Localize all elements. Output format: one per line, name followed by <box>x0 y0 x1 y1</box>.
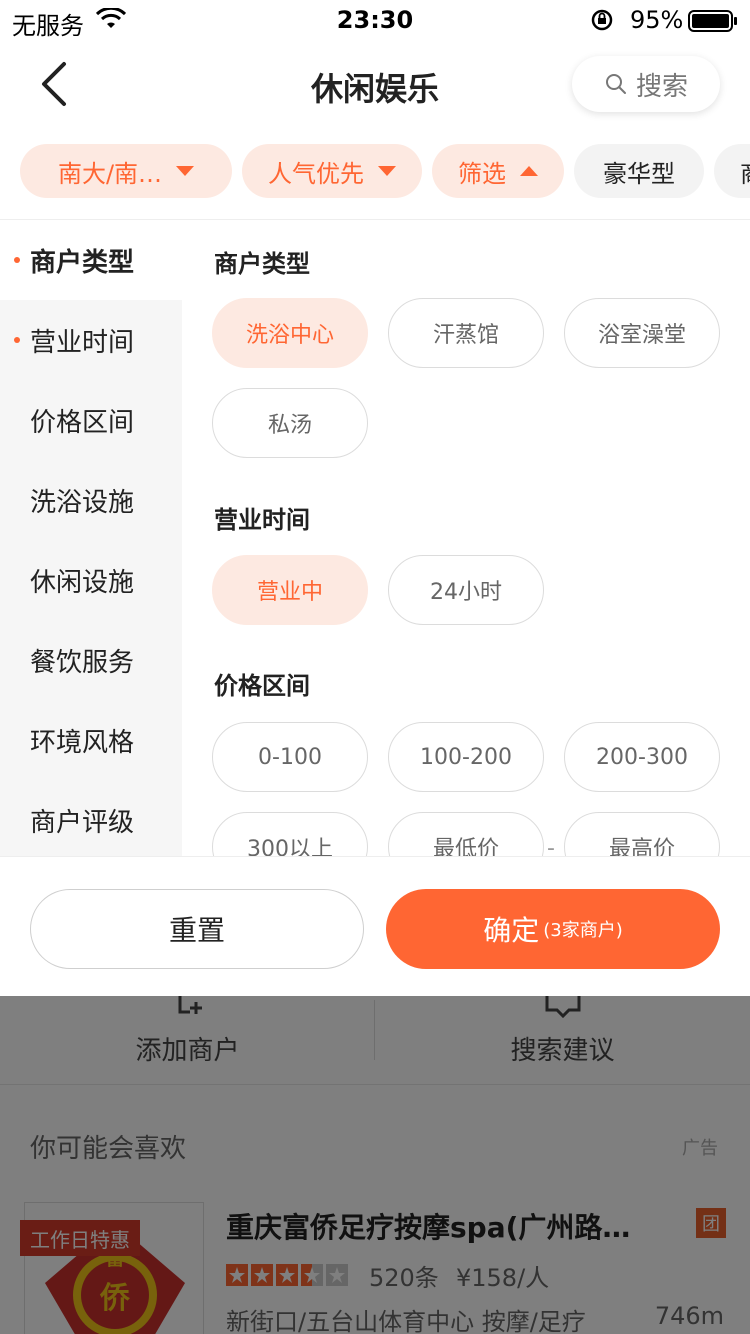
side-item-hours[interactable]: 营业时间 <box>0 300 182 380</box>
side-item-merchant-type[interactable]: 商户类型 <box>0 220 182 300</box>
side-item-environment[interactable]: 环境风格 <box>0 700 182 780</box>
side-item-rating[interactable]: 商户评级 <box>0 780 182 856</box>
section-title-hours: 营业时间 <box>214 506 310 534</box>
chip-filter[interactable]: 筛选 <box>432 144 564 198</box>
chip-sort[interactable]: 人气优先 <box>242 144 422 198</box>
max-price-input[interactable]: 最高价 <box>564 812 720 856</box>
caret-down-icon <box>378 166 396 176</box>
side-item-label: 营业时间 <box>30 327 135 358</box>
nav-bar: 休闲娱乐 搜索 <box>0 40 750 130</box>
side-item-label: 价格区间 <box>30 407 135 438</box>
option-price-0-100[interactable]: 0-100 <box>212 722 368 792</box>
chip-label: 人气优先 <box>268 159 364 188</box>
side-item-leisure-facilities[interactable]: 休闲设施 <box>0 540 182 620</box>
side-item-label: 休闲设施 <box>30 567 135 598</box>
caret-up-icon <box>520 166 538 176</box>
search-button[interactable]: 搜索 <box>572 56 720 112</box>
side-item-label: 洗浴设施 <box>30 487 135 518</box>
side-item-dining[interactable]: 餐饮服务 <box>0 620 182 700</box>
status-bar: 无服务 23:30 95% <box>0 0 750 40</box>
range-dash: - <box>547 836 555 856</box>
option-price-300-plus[interactable]: 300以上 <box>212 812 368 856</box>
option-bath-center[interactable]: 洗浴中心 <box>212 298 368 368</box>
side-item-bath-facilities[interactable]: 洗浴设施 <box>0 460 182 540</box>
section-title-price: 价格区间 <box>214 672 310 700</box>
caret-down-icon <box>176 166 195 176</box>
option-price-100-200[interactable]: 100-200 <box>388 722 544 792</box>
battery-icon <box>688 10 737 32</box>
chip-label: 商 <box>740 154 750 189</box>
chip-area[interactable]: 南大/南… <box>20 144 232 198</box>
side-item-price[interactable]: 价格区间 <box>0 380 182 460</box>
battery-percent: 95% <box>630 6 684 34</box>
confirm-label: 确定 <box>483 914 540 947</box>
chip-label: 筛选 <box>458 159 506 188</box>
side-item-label: 商户类型 <box>30 247 135 278</box>
rotation-lock-icon <box>591 9 613 31</box>
chip-more[interactable]: 商 <box>714 144 750 198</box>
reset-button[interactable]: 重置 <box>30 889 364 969</box>
selected-dot <box>14 337 20 343</box>
min-price-input[interactable]: 最低价 <box>388 812 544 856</box>
chip-luxury[interactable]: 豪华型 <box>574 144 704 198</box>
side-item-label: 餐饮服务 <box>30 647 135 678</box>
option-open-now[interactable]: 营业中 <box>212 555 368 625</box>
option-bathhouse[interactable]: 浴室澡堂 <box>564 298 720 368</box>
modal-overlay[interactable] <box>0 996 750 1334</box>
selected-dot <box>14 257 20 263</box>
search-label: 搜索 <box>635 71 688 102</box>
option-sauna[interactable]: 汗蒸馆 <box>388 298 544 368</box>
confirm-count: (3家商户) <box>543 920 623 941</box>
confirm-button[interactable]: 确定 (3家商户) <box>386 889 720 969</box>
chip-label: 南大/南… <box>57 159 163 188</box>
filter-chips-row: 南大/南… 人气优先 筛选 豪华型 商 <box>0 130 750 220</box>
section-title-merchant-type: 商户类型 <box>214 250 310 278</box>
option-price-200-300[interactable]: 200-300 <box>564 722 720 792</box>
search-icon <box>605 74 626 94</box>
option-private-spring[interactable]: 私汤 <box>212 388 368 458</box>
filter-action-bar: 重置 确定 (3家商户) <box>0 856 750 996</box>
side-item-label: 商户评级 <box>30 807 135 838</box>
chip-label: 豪华型 <box>603 159 675 188</box>
filter-category-nav: 商户类型 营业时间 价格区间 洗浴设施 休闲设施 餐饮服务 环境风格 商户评级 <box>0 220 182 856</box>
side-item-label: 环境风格 <box>30 727 135 758</box>
option-24h[interactable]: 24小时 <box>388 555 544 625</box>
filter-panel: 商户类型 营业时间 价格区间 洗浴设施 休闲设施 餐饮服务 环境风格 商户评级 … <box>0 220 750 856</box>
filter-options: 商户类型 洗浴中心 汗蒸馆 浴室澡堂 私汤 营业时间 营业中 24小时 价格区间… <box>182 220 750 856</box>
